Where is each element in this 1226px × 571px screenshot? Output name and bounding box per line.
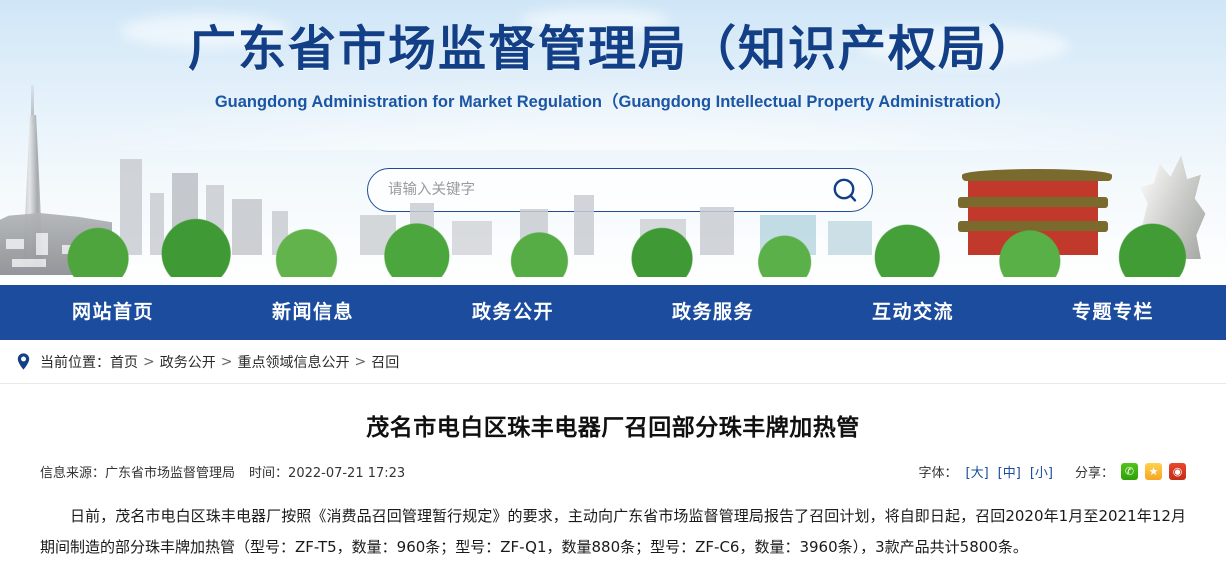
breadcrumb: 当前位置： 首页 > 政务公开 > 重点领域信息公开 > 召回 (0, 340, 1226, 384)
pagoda-roof (962, 169, 1112, 181)
share-label: 分享： (1074, 466, 1114, 481)
breadcrumb-item-home[interactable]: 首页 (110, 352, 138, 372)
time-label: 时间： (249, 466, 289, 481)
fontsize-medium-button[interactable]: [中] (997, 462, 1022, 481)
breadcrumb-separator: > (143, 353, 155, 370)
breadcrumb-item-affairs-open[interactable]: 政务公开 (160, 352, 216, 372)
breadcrumb-item-key-fields[interactable]: 重点领域信息公开 (237, 352, 349, 372)
article-title: 茂名市电白区珠丰电器厂召回部分珠丰牌加热管 (366, 415, 860, 441)
nav-item-interaction[interactable]: 互动交流 (813, 285, 1013, 340)
nav-item-affairs-open[interactable]: 政务公开 (413, 285, 613, 340)
article-meta-row: 信息来源：广东省市场监督管理局 时间：2022-07-21 17:23 字体： … (40, 462, 1186, 497)
site-title-cn: 广东省市场监督管理局（知识产权局） (187, 21, 1038, 77)
breadcrumb-separator: > (220, 353, 233, 370)
main-navigation: 网站首页 新闻信息 政务公开 政务服务 互动交流 专题专栏 (0, 285, 1226, 340)
location-pin-icon (17, 353, 30, 370)
site-banner: 广东省市场监督管理局（知识产权局） Guangdong Administrati… (0, 0, 1226, 285)
article-time: 时间：2022-07-21 17:23 (249, 462, 405, 481)
source-label: 信息来源： (40, 466, 106, 481)
article-meta-right: 字体： [大] [中] [小] 分享： ✆ ★ ◉ (918, 462, 1186, 481)
nav-item-topics[interactable]: 专题专栏 (1013, 285, 1213, 340)
source-value: 广东省市场监督管理局 (105, 466, 236, 481)
nav-item-services[interactable]: 政务服务 (613, 285, 813, 340)
article-source: 信息来源：广东省市场监督管理局 (40, 462, 235, 481)
weibo-share-icon[interactable]: ◉ (1169, 463, 1186, 480)
weibo-glyph: ◉ (1172, 465, 1183, 478)
article-body: 日前，茂名市电白区珠丰电器厂按照《消费品召回管理暂行规定》的要求，主动向广东省市… (40, 507, 1186, 556)
time-value: 2022-07-21 17:23 (288, 466, 406, 481)
wechat-glyph: ✆ (1124, 465, 1135, 478)
nav-item-news[interactable]: 新闻信息 (213, 285, 413, 340)
tree-canopy (0, 215, 1226, 277)
wechat-share-icon[interactable]: ✆ (1121, 463, 1138, 480)
nav-item-home[interactable]: 网站首页 (13, 285, 213, 340)
city-skyline-artwork (0, 85, 1226, 285)
fontsize-small-button[interactable]: [小] (1029, 462, 1054, 481)
article-meta-left: 信息来源：广东省市场监督管理局 时间：2022-07-21 17:23 (40, 462, 405, 481)
site-title-en: Guangdong Administration for Market Regu… (214, 93, 1012, 111)
article-container: 茂名市电白区珠丰电器厂召回部分珠丰牌加热管 信息来源：广东省市场监督管理局 时间… (0, 384, 1226, 563)
breadcrumb-separator: > (354, 353, 367, 370)
fontsize-label: 字体： (918, 466, 958, 481)
fontsize-large-button[interactable]: [大] (965, 462, 990, 481)
qzone-glyph: ★ (1148, 465, 1159, 478)
breadcrumb-item-recall[interactable]: 召回 (371, 352, 399, 372)
qzone-share-icon[interactable]: ★ (1145, 463, 1162, 480)
breadcrumb-label: 当前位置： (40, 354, 110, 371)
